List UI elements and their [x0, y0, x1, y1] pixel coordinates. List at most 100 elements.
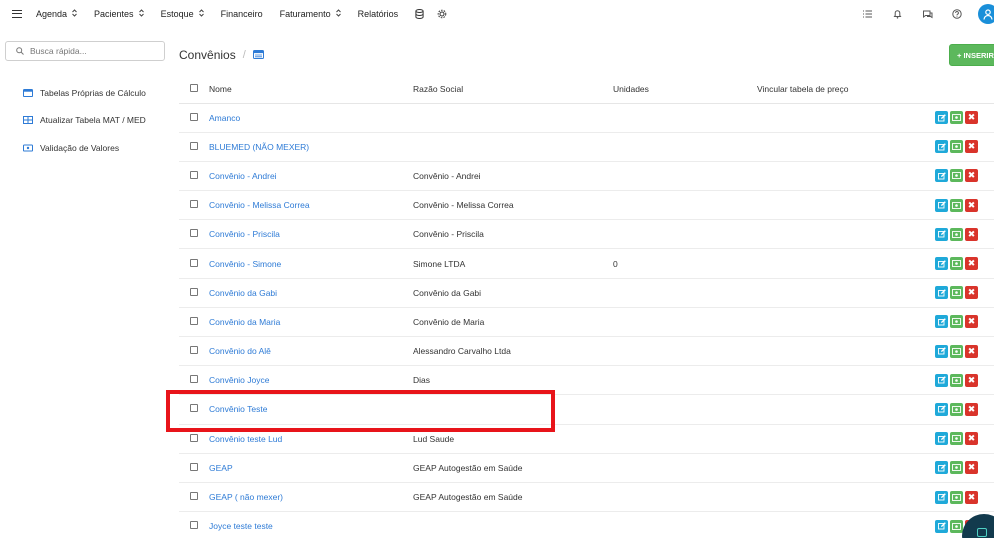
- select-all-checkbox[interactable]: [190, 83, 198, 92]
- edit-button[interactable]: [935, 432, 948, 446]
- delete-button[interactable]: ✖: [965, 286, 978, 300]
- convenio-name-link[interactable]: Joyce teste teste: [209, 521, 273, 531]
- settings-icon[interactable]: [437, 9, 447, 19]
- insert-button[interactable]: + INSERIR: [949, 44, 994, 66]
- link-price-table-button[interactable]: [950, 315, 963, 329]
- row-checkbox[interactable]: [190, 346, 198, 355]
- edit-button[interactable]: [935, 373, 948, 387]
- bell-icon[interactable]: [882, 9, 912, 19]
- link-price-table-button[interactable]: [950, 257, 963, 271]
- user-avatar[interactable]: [978, 4, 994, 24]
- link-price-table-button[interactable]: [950, 140, 963, 154]
- row-checkbox[interactable]: [190, 112, 198, 121]
- link-price-table-button[interactable]: [950, 402, 963, 416]
- convenio-name-link[interactable]: GEAP: [209, 463, 233, 473]
- edit-button[interactable]: [935, 227, 948, 241]
- row-checkbox[interactable]: [190, 521, 198, 530]
- delete-button[interactable]: ✖: [965, 227, 978, 241]
- row-checkbox[interactable]: [190, 404, 198, 413]
- menu-icon[interactable]: [12, 10, 22, 18]
- quick-search-input[interactable]: Busca rápida...: [5, 41, 165, 61]
- link-price-table-button[interactable]: [950, 198, 963, 212]
- delete-button[interactable]: ✖: [965, 432, 978, 446]
- edit-button[interactable]: [935, 257, 948, 271]
- row-checkbox[interactable]: [190, 316, 198, 325]
- row-checkbox[interactable]: [190, 375, 198, 384]
- nav-item-faturamento[interactable]: Faturamento: [280, 9, 341, 19]
- help-icon[interactable]: [942, 9, 972, 19]
- row-checkbox[interactable]: [190, 170, 198, 179]
- row-checkbox[interactable]: [190, 258, 198, 267]
- nav-item-pacientes[interactable]: Pacientes: [94, 9, 144, 19]
- edit-button[interactable]: [935, 315, 948, 329]
- convenio-name-link[interactable]: Convênio Teste: [209, 404, 267, 414]
- sidebar-item-tabelas-proprias[interactable]: Tabelas Próprias de Cálculo: [23, 88, 146, 98]
- row-checkbox[interactable]: [190, 287, 198, 296]
- edit-button[interactable]: [935, 461, 948, 475]
- delete-button[interactable]: ✖: [965, 169, 978, 183]
- money-icon: [23, 144, 33, 152]
- edit-button[interactable]: [935, 519, 948, 533]
- convenio-name-link[interactable]: Convênio - Priscila: [209, 229, 280, 239]
- link-price-table-button[interactable]: [950, 227, 963, 241]
- link-price-table-button[interactable]: [950, 519, 963, 533]
- delete-button[interactable]: ✖: [965, 373, 978, 387]
- close-icon: ✖: [967, 287, 976, 298]
- row-checkbox[interactable]: [190, 462, 198, 471]
- edit-button[interactable]: [935, 402, 948, 416]
- nav-item-relatorios[interactable]: Relatórios: [358, 9, 399, 19]
- convenio-name-link[interactable]: Convênio - Simone: [209, 259, 281, 269]
- delete-button[interactable]: ✖: [965, 315, 978, 329]
- convenio-name-link[interactable]: Amanco: [209, 113, 240, 123]
- convenio-name-link[interactable]: Convênio - Andrei: [209, 171, 277, 181]
- delete-button[interactable]: ✖: [965, 198, 978, 212]
- chat-icon[interactable]: [912, 10, 942, 19]
- link-price-table-button[interactable]: [950, 461, 963, 475]
- convenio-name-link[interactable]: Convênio teste Lud: [209, 434, 282, 444]
- delete-button[interactable]: ✖: [965, 257, 978, 271]
- link-price-table-button[interactable]: [950, 432, 963, 446]
- convenio-name-link[interactable]: Convênio da Gabi: [209, 288, 277, 298]
- nav-item-estoque[interactable]: Estoque: [161, 9, 204, 19]
- convenio-name-link[interactable]: GEAP ( não mexer): [209, 492, 283, 502]
- convenio-name-link[interactable]: Convênio do Alê: [209, 346, 271, 356]
- link-price-table-button[interactable]: [950, 373, 963, 387]
- link-price-table-button[interactable]: [950, 169, 963, 183]
- list-icon[interactable]: [852, 10, 882, 18]
- edit-button[interactable]: [935, 344, 948, 358]
- delete-button[interactable]: ✖: [965, 461, 978, 475]
- nav-item-agenda[interactable]: Agenda: [36, 9, 77, 19]
- column-header-razao-social[interactable]: Razão Social: [413, 75, 613, 104]
- convenio-name-link[interactable]: BLUEMED (NÃO MEXER): [209, 142, 309, 152]
- edit-button[interactable]: [935, 286, 948, 300]
- column-header-nome[interactable]: Nome: [209, 75, 413, 104]
- convenio-name-link[interactable]: Convênio da Maria: [209, 317, 280, 327]
- row-checkbox[interactable]: [190, 200, 198, 209]
- column-header-unidades[interactable]: Unidades: [613, 75, 757, 104]
- edit-button[interactable]: [935, 140, 948, 154]
- delete-button[interactable]: ✖: [965, 490, 978, 504]
- link-price-table-button[interactable]: [950, 286, 963, 300]
- delete-button[interactable]: ✖: [965, 402, 978, 416]
- link-price-table-button[interactable]: [950, 111, 963, 125]
- row-checkbox[interactable]: [190, 229, 198, 238]
- edit-button[interactable]: [935, 198, 948, 212]
- edit-button[interactable]: [935, 169, 948, 183]
- delete-button[interactable]: ✖: [965, 344, 978, 358]
- edit-button[interactable]: [935, 490, 948, 504]
- convenio-name-link[interactable]: Convênio Joyce: [209, 375, 269, 385]
- convenio-name-link[interactable]: Convênio - Melissa Correa: [209, 200, 310, 210]
- sidebar-item-atualizar-tabela[interactable]: Atualizar Tabela MAT / MED: [23, 115, 146, 125]
- sidebar-item-validacao-valores[interactable]: Validação de Valores: [23, 143, 119, 153]
- edit-button[interactable]: [935, 111, 948, 125]
- delete-button[interactable]: ✖: [965, 140, 978, 154]
- row-checkbox[interactable]: [190, 141, 198, 150]
- row-checkbox[interactable]: [190, 492, 198, 501]
- database-icon[interactable]: [415, 9, 424, 19]
- nav-item-financeiro[interactable]: Financeiro: [221, 9, 263, 19]
- column-header-vincular-tabela[interactable]: Vincular tabela de preço: [757, 75, 935, 104]
- row-checkbox[interactable]: [190, 433, 198, 442]
- link-price-table-button[interactable]: [950, 344, 963, 358]
- link-price-table-button[interactable]: [950, 490, 963, 504]
- delete-button[interactable]: ✖: [965, 111, 978, 125]
